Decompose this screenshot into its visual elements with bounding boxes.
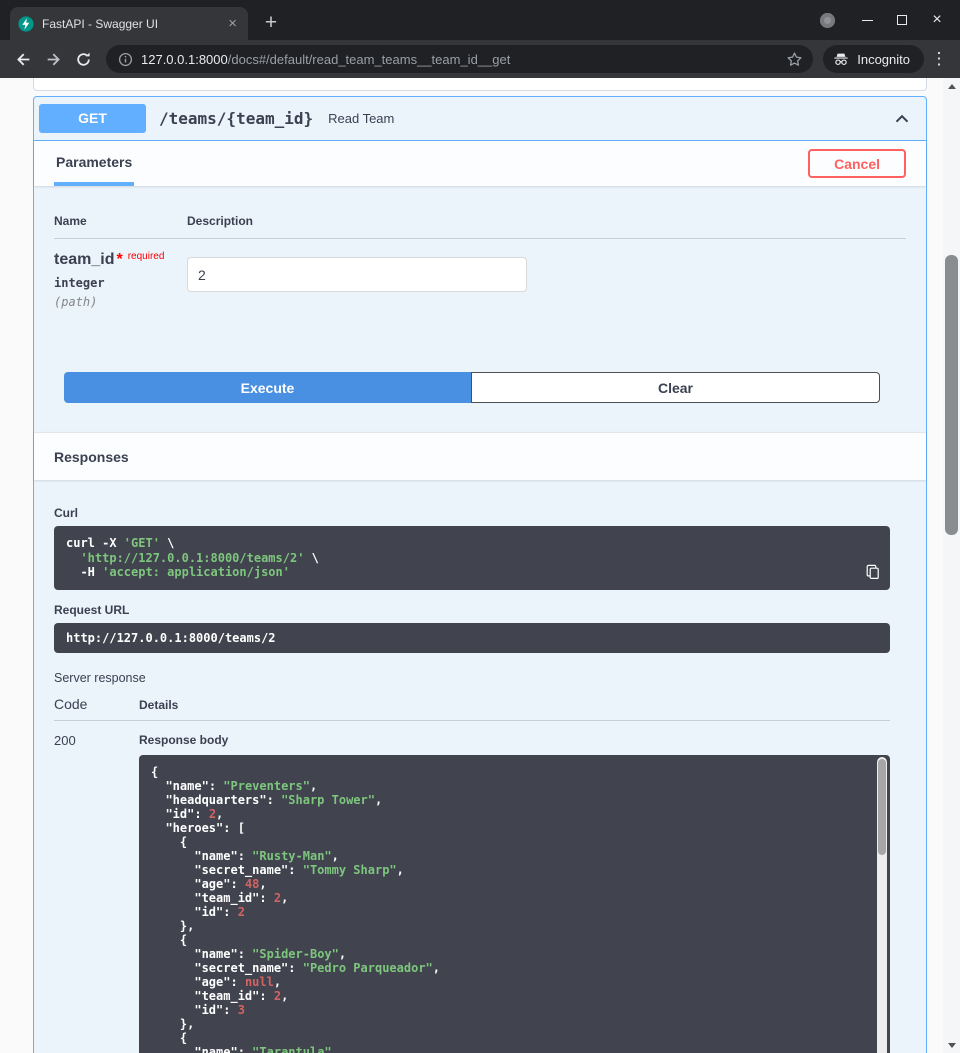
request-url-label: Request URL <box>54 603 890 617</box>
server-response-label: Server response <box>54 671 890 686</box>
column-header-details: Details <box>139 698 178 712</box>
menu-icon[interactable]: ⋮ <box>928 49 950 69</box>
column-header-code: Code <box>54 696 139 712</box>
tab-title: FastAPI - Swagger UI <box>42 17 217 31</box>
previous-section-tail <box>33 78 927 91</box>
method-badge: GET <box>39 104 146 133</box>
browser-tab[interactable]: FastAPI - Swagger UI × <box>10 7 248 40</box>
response-body-block: { "name": "Preventers", "headquarters": … <box>139 755 890 1053</box>
execute-button[interactable]: Execute <box>64 372 471 403</box>
curl-block: curl -X 'GET' \ 'http://127.0.0.1:8000/t… <box>54 526 890 590</box>
page: GET /teams/{team_id} Read Team Parameter… <box>0 78 943 1053</box>
responses-header: Responses <box>34 432 926 480</box>
response-body-label: Response body <box>139 733 890 747</box>
page-scrollbar[interactable] <box>943 78 960 1053</box>
maximize-button[interactable] <box>895 12 909 28</box>
back-button[interactable] <box>10 46 36 72</box>
required-label: required <box>128 251 165 262</box>
execute-row: Execute Clear <box>34 372 926 403</box>
response-row: 200 Response body { "name": "Preventers"… <box>54 721 890 1053</box>
info-icon[interactable] <box>118 52 133 67</box>
copy-button[interactable] <box>865 564 881 580</box>
update-icon[interactable] <box>820 13 835 28</box>
operation-path: /teams/{team_id} <box>159 109 313 128</box>
titlebar: FastAPI - Swagger UI × + × <box>0 0 960 40</box>
scrollbar-thumb[interactable] <box>945 255 958 535</box>
clear-button[interactable]: Clear <box>471 372 880 403</box>
tab-close-icon[interactable]: × <box>225 16 240 31</box>
required-star: * <box>116 251 122 268</box>
response-body-scrollbar[interactable] <box>877 757 887 1053</box>
minimize-button[interactable] <box>860 12 874 28</box>
scroll-down-button[interactable] <box>943 1037 960 1053</box>
team-id-input[interactable] <box>187 257 527 292</box>
cancel-button[interactable]: Cancel <box>808 149 906 178</box>
incognito-badge: Incognito <box>823 45 924 73</box>
url-text: 127.0.0.1:8000/docs#/default/read_team_t… <box>141 52 778 67</box>
parameters-header: Parameters Cancel <box>34 141 926 186</box>
curl-code: curl -X 'GET' \ 'http://127.0.0.1:8000/t… <box>54 526 890 590</box>
request-url-text: http://127.0.0.1:8000/teams/2 <box>54 623 890 654</box>
parameter-name-line: team_id* required <box>54 251 187 269</box>
tab-parameters[interactable]: Parameters <box>54 141 134 186</box>
parameter-name: team_id <box>54 251 114 268</box>
operation-summary: Read Team <box>328 111 394 126</box>
url-host: 127.0.0.1:8000 <box>141 52 228 67</box>
operation-block: GET /teams/{team_id} Read Team Parameter… <box>33 96 927 1053</box>
url-path: /docs#/default/read_team_teams__team_id_… <box>228 52 511 67</box>
response-table-header: Code Details <box>54 696 890 721</box>
parameter-location: (path) <box>54 295 187 309</box>
incognito-label: Incognito <box>857 52 910 67</box>
parameters-tab-label: Parameters <box>56 154 132 170</box>
browser-window: FastAPI - Swagger UI × + × 127.0.0.1:800… <box>0 0 960 78</box>
collapse-chevron-icon[interactable] <box>892 109 912 129</box>
bookmark-star-icon[interactable] <box>786 51 803 68</box>
fastapi-favicon-icon <box>18 16 34 32</box>
parameters-table-header: Name Description <box>54 214 906 239</box>
curl-label: Curl <box>54 506 890 520</box>
window-controls: × <box>820 12 944 28</box>
reload-button[interactable] <box>70 46 96 72</box>
parameter-type: integer <box>54 276 187 290</box>
new-tab-button[interactable]: + <box>258 12 284 33</box>
column-header-description: Description <box>187 214 906 228</box>
status-code: 200 <box>54 733 139 1053</box>
parameter-row: team_id* required integer (path) <box>54 239 906 309</box>
operation-header[interactable]: GET /teams/{team_id} Read Team <box>34 97 926 141</box>
response-body-scrollbar-thumb[interactable] <box>878 759 886 855</box>
forward-button[interactable] <box>40 46 66 72</box>
parameters-table: Name Description team_id* required intege… <box>34 186 926 372</box>
responses-title: Responses <box>54 449 129 465</box>
scroll-up-button[interactable] <box>943 78 960 94</box>
responses-content: Curl curl -X 'GET' \ 'http://127.0.0.1:8… <box>34 480 926 1053</box>
request-url-block: http://127.0.0.1:8000/teams/2 <box>54 623 890 654</box>
column-header-name: Name <box>54 214 187 228</box>
toolbar: 127.0.0.1:8000/docs#/default/read_team_t… <box>0 40 960 78</box>
close-button[interactable]: × <box>930 12 944 28</box>
response-body-code: { "name": "Preventers", "headquarters": … <box>139 755 890 1053</box>
incognito-icon <box>832 50 850 68</box>
address-bar[interactable]: 127.0.0.1:8000/docs#/default/read_team_t… <box>106 45 813 73</box>
